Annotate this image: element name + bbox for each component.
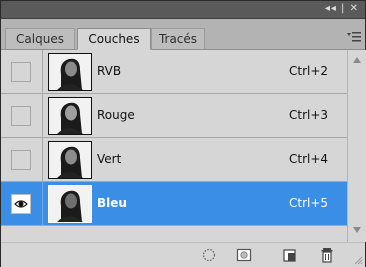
scroll-down-arrow-icon[interactable] bbox=[352, 226, 362, 234]
eye-icon bbox=[14, 200, 28, 208]
channel-name: Vert bbox=[97, 152, 122, 166]
channel-row-bleu[interactable]: Bleu Ctrl+5 bbox=[1, 182, 347, 226]
resize-grip-icon[interactable] bbox=[353, 255, 363, 265]
save-selection-icon[interactable] bbox=[236, 247, 252, 263]
channel-list: RVB Ctrl+2 Rouge Ctrl+3 Vert Ctrl+4 Bleu… bbox=[1, 50, 347, 238]
channel-name: Rouge bbox=[97, 108, 135, 122]
bottom-toolbar bbox=[1, 242, 365, 267]
tab-couches[interactable]: Couches bbox=[77, 28, 151, 50]
new-channel-icon[interactable] bbox=[282, 247, 298, 263]
row-divider bbox=[42, 182, 43, 226]
channel-row-rouge[interactable]: Rouge Ctrl+3 bbox=[1, 94, 347, 138]
channel-row-vert[interactable]: Vert Ctrl+4 bbox=[1, 138, 347, 182]
channel-shortcut: Ctrl+3 bbox=[289, 108, 329, 122]
trash-icon[interactable] bbox=[319, 247, 335, 263]
visibility-toggle[interactable] bbox=[11, 194, 31, 214]
window-controls[interactable]: ◂◂ | ✕ bbox=[325, 3, 359, 15]
load-selection-icon[interactable] bbox=[201, 247, 217, 263]
scroll-up-arrow-icon[interactable] bbox=[352, 56, 362, 64]
visibility-toggle[interactable] bbox=[11, 106, 31, 126]
row-divider bbox=[42, 94, 43, 138]
channel-thumbnail bbox=[48, 185, 92, 223]
scrollbar[interactable] bbox=[347, 50, 366, 242]
panel-menu-icon[interactable] bbox=[347, 30, 361, 44]
panel-titlebar: ◂◂ | ✕ bbox=[1, 1, 365, 19]
channel-name: RVB bbox=[97, 64, 122, 78]
channel-thumbnail bbox=[48, 97, 92, 135]
channel-name: Bleu bbox=[97, 196, 127, 210]
channel-thumbnail bbox=[48, 141, 92, 179]
tab-traces[interactable]: Tracés bbox=[151, 28, 205, 49]
row-divider bbox=[42, 50, 43, 94]
channel-shortcut: Ctrl+5 bbox=[289, 196, 329, 210]
row-divider bbox=[42, 138, 43, 182]
channel-shortcut: Ctrl+4 bbox=[289, 152, 329, 166]
channel-thumbnail bbox=[48, 53, 92, 91]
visibility-toggle[interactable] bbox=[11, 150, 31, 170]
channel-row-rvb[interactable]: RVB Ctrl+2 bbox=[1, 50, 347, 94]
tab-bar: Calques Couches Tracés bbox=[1, 19, 365, 50]
visibility-toggle[interactable] bbox=[11, 62, 31, 82]
channel-shortcut: Ctrl+2 bbox=[289, 64, 329, 78]
channels-panel: ◂◂ | ✕ Calques Couches Tracés RVB Ctrl+2 bbox=[0, 0, 366, 267]
tab-calques[interactable]: Calques bbox=[5, 28, 75, 49]
